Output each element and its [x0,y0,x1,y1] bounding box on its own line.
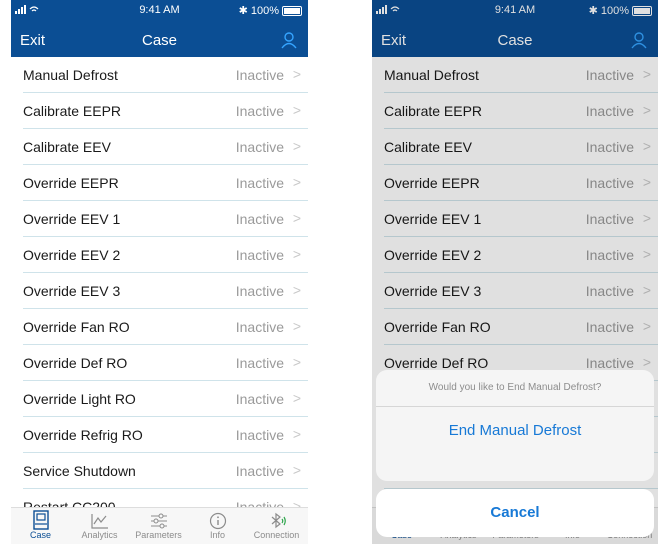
chevron-right-icon: > [292,210,301,226]
list-item-label: Override Fan RO [23,319,130,335]
list-item[interactable]: Override Light RO Inactive > [23,381,308,417]
tab-case-label: Case [29,530,51,540]
list-item-label: Manual Defrost [23,67,118,83]
battery-status: ✱ 100% [239,4,302,17]
list-item-label: Calibrate EEV [23,139,111,155]
action-sheet-message: Would you like to End Manual Defrost? [376,370,654,407]
list-item-status: Inactive [235,355,284,371]
sliders-icon [129,508,188,530]
list-item-label: Override EEV 1 [23,211,121,227]
chevron-right-icon: > [292,246,301,262]
list-item[interactable]: Override Def RO Inactive > [23,345,308,381]
list-item-status: Inactive [235,427,284,443]
list-item[interactable]: Calibrate EEV Inactive > [23,129,308,165]
tab-analytics[interactable]: Analytics [70,508,129,540]
chevron-right-icon: > [292,174,301,190]
status-bar: 9:41 AM ✱ 100% [11,3,308,19]
list-item-status: Inactive [235,319,284,335]
tab-bar: Case Analytics Parameters Info Connectio… [11,507,308,544]
battery-percent: 100% [250,4,279,17]
bluetooth-status-icon: ✱ [238,5,248,17]
list-item-status: Inactive [235,283,284,299]
tab-parameters-label: Parameters [135,530,182,540]
tab-case[interactable]: Case [11,508,70,540]
list-item-label: Override EEPR [23,175,119,191]
list-item-label: Calibrate EEPR [23,103,122,119]
case-actions-list: Manual Defrost Inactive > Calibrate EEPR Ina… [11,57,308,525]
bluetooth-icon [247,508,306,530]
list-item-label: Service Shutdown [23,463,136,479]
info-icon [188,508,247,530]
chevron-right-icon: > [292,354,301,370]
tab-connection-label: Connection [253,530,300,540]
list-item-status: Inactive [235,247,284,263]
end-manual-defrost-button[interactable]: End Manual Defrost [376,407,654,481]
tab-connection[interactable]: Connection [247,508,306,540]
battery-icon [282,5,302,16]
chevron-right-icon: > [292,138,301,154]
list-item-label: Override Def RO [23,355,128,371]
chevron-right-icon: > [292,462,301,478]
app-header: 9:41 AM ✱ 100% Exit Case [11,0,308,57]
list-item-status: Inactive [235,391,284,407]
chevron-right-icon: > [292,318,301,334]
tab-info[interactable]: Info [188,508,247,540]
tab-analytics-label: Analytics [81,530,118,540]
chevron-right-icon: > [292,426,301,442]
chevron-right-icon: > [292,66,301,82]
page-title: Case [141,32,178,49]
analytics-icon [70,508,129,530]
case-icon [11,508,70,530]
list-item-label: Override Refrig RO [23,427,143,443]
list-item-status: Inactive [235,139,284,155]
list-item[interactable]: Override Refrig RO Inactive > [23,417,308,453]
list-item-label: Override Light RO [23,391,136,407]
list-item-status: Inactive [235,67,284,83]
list-item-label: Override EEV 3 [23,283,121,299]
cancel-button[interactable]: Cancel [376,489,654,537]
list-item-label: Override EEV 2 [23,247,121,263]
cancel-sheet: Cancel [376,489,654,537]
chevron-right-icon: > [292,282,301,298]
case-screen: 9:41 AM ✱ 100% Exit Case Manual Defrost I… [11,0,308,544]
list-item[interactable]: Calibrate EEPR Inactive > [23,93,308,129]
tab-parameters[interactable]: Parameters [129,508,188,540]
tab-info-label: Info [209,530,225,540]
case-screen-with-dialog: 9:41 AM ✱ 100% Exit Case Manual Defrost I… [372,0,658,544]
user-icon[interactable] [280,31,298,49]
list-item[interactable]: Service Shutdown Inactive > [23,453,308,489]
action-sheet: Would you like to End Manual Defrost? En… [376,370,654,481]
navigation-bar: Exit Case [11,26,308,54]
list-item[interactable]: Manual Defrost Inactive > [23,57,308,93]
chevron-right-icon: > [292,102,301,118]
list-item-status: Inactive [235,175,284,191]
list-item[interactable]: Override EEV 3 Inactive > [23,273,308,309]
list-item[interactable]: Override EEV 2 Inactive > [23,237,308,273]
list-item[interactable]: Override Fan RO Inactive > [23,309,308,345]
list-item-status: Inactive [235,463,284,479]
list-item[interactable]: Override EEV 1 Inactive > [23,201,308,237]
list-item-status: Inactive [235,103,284,119]
list-item[interactable]: Override EEPR Inactive > [23,165,308,201]
chevron-right-icon: > [292,390,301,406]
list-item-status: Inactive [235,211,284,227]
